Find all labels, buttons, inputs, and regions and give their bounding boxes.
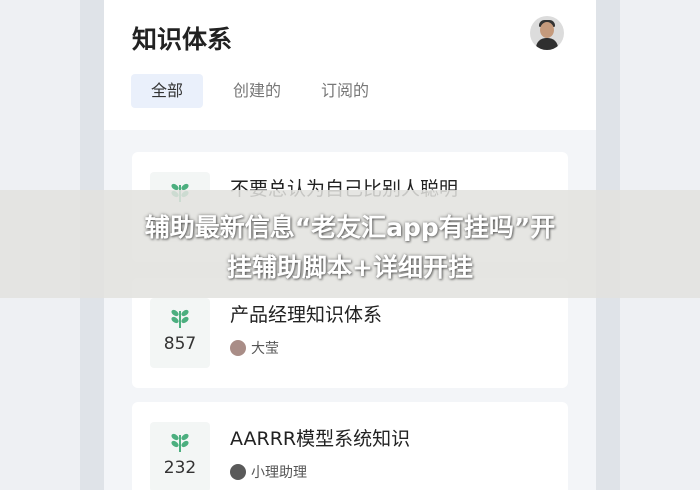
card-thumbnail: 232 — [150, 422, 210, 490]
caption-line-1: 辅助最新信息“老友汇app有挂吗”开 — [144, 213, 556, 242]
card-title: 产品经理知识体系 — [230, 304, 383, 326]
subscriber-count: 857 — [163, 334, 197, 354]
card-author: 小理助理 — [230, 462, 307, 482]
page-header: 知识体系 全部 创建的 订阅的 — [104, 0, 596, 130]
tab-created[interactable]: 创建的 — [223, 74, 291, 108]
author-avatar — [230, 340, 246, 356]
card-title: AARRR模型系统知识 — [230, 428, 411, 450]
leaf-icon — [171, 433, 189, 452]
tab-all[interactable]: 全部 — [131, 74, 204, 108]
knowledge-card[interactable]: 232 AARRR模型系统知识 小理助理 — [132, 402, 568, 490]
card-thumbnail: 857 — [150, 298, 210, 368]
page-title: 知识体系 — [132, 25, 233, 54]
card-author: 大莹 — [230, 338, 279, 358]
tab-subscribed[interactable]: 订阅的 — [311, 74, 379, 108]
user-avatar[interactable] — [530, 16, 564, 50]
author-avatar — [230, 464, 246, 480]
caption-line-2: 挂辅助脚本+详细开挂 — [227, 253, 473, 282]
leaf-icon — [171, 309, 189, 328]
caption-banner: 辅助最新信息“老友汇app有挂吗”开 挂辅助脚本+详细开挂 — [0, 190, 700, 298]
author-name: 小理助理 — [251, 465, 307, 481]
subscriber-count: 232 — [163, 458, 197, 478]
tab-bar: 全部 创建的 订阅的 — [131, 74, 379, 108]
author-name: 大莹 — [251, 341, 279, 357]
